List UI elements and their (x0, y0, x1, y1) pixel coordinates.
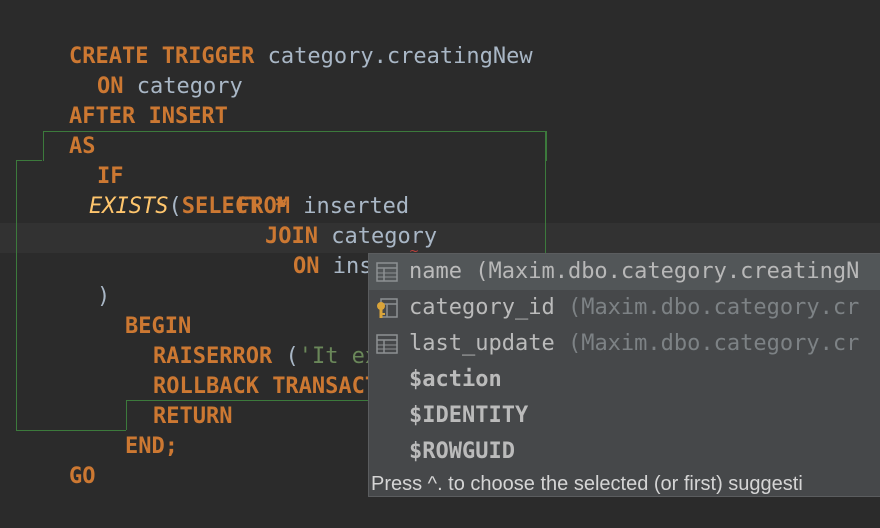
keyword: GO (68, 464, 96, 489)
table-column-icon (376, 262, 398, 282)
table-column-icon (376, 334, 398, 354)
item-detail: (Maxim.dbo.category.creatingN (461, 259, 860, 284)
sql-editor[interactable]: CREATE TRIGGER category.creatingNew ON c… (0, 0, 880, 528)
item-detail: (Maxim.dbo.category.cr (554, 295, 860, 320)
item-label: $ROWGUID (409, 439, 515, 464)
item-label: name (409, 259, 462, 284)
code-line-10[interactable]: BEGIN (16, 282, 191, 339)
item-label: $action (409, 367, 502, 392)
keyword: END (124, 434, 165, 459)
item-detail: (Maxim.dbo.category.cr (554, 331, 860, 356)
code-line-13[interactable]: RETURN (16, 372, 232, 429)
key-column-icon (377, 298, 398, 318)
completion-item-rowguid[interactable]: $ROWGUID (369, 434, 880, 470)
completion-popup[interactable]: name (Maxim.dbo.category.creatingN categ… (368, 253, 880, 497)
code-line-9[interactable]: ) (16, 252, 110, 309)
code-line-3[interactable]: AFTER INSERT (16, 72, 228, 129)
semicolon: ; (164, 434, 178, 459)
completion-item-action[interactable]: $action (369, 362, 880, 398)
completion-item-last-update[interactable]: last_update (Maxim.dbo.category.cr (369, 326, 880, 362)
identifier: category.creatingNew (254, 44, 533, 69)
code-line-6[interactable]: FROM inserted (16, 162, 409, 219)
code-line-1[interactable]: CREATE TRIGGER category.creatingNew (16, 12, 533, 69)
completion-hint: Press ^. to choose the selected (or firs… (369, 470, 880, 496)
completion-item-identity[interactable]: $IDENTITY (369, 398, 880, 434)
code-line-12[interactable]: ROLLBACK TRANSACTIO (16, 342, 405, 399)
code-line-15[interactable]: GO (16, 432, 96, 489)
item-label: last_update (409, 331, 555, 356)
completion-item-category-id[interactable]: category_id (Maxim.dbo.category.cr (369, 290, 880, 326)
code-line-8[interactable]: ON inserted. (16, 222, 455, 280)
keyword: ON (292, 254, 320, 279)
item-label: category_id (409, 295, 555, 320)
code-line-5[interactable]: IF EXISTS(SELECT * (16, 132, 288, 219)
code-line-14[interactable]: END; (16, 402, 178, 459)
code-line-7[interactable]: JOIN category (16, 192, 437, 249)
item-label: $IDENTITY (409, 403, 529, 428)
completion-item-name[interactable]: name (Maxim.dbo.category.creatingN (369, 254, 880, 290)
code-line-4[interactable]: AS (16, 102, 96, 159)
code-line-2[interactable]: ON category (16, 42, 243, 99)
code-line-11[interactable]: RAISERROR ('It exis (16, 312, 405, 369)
